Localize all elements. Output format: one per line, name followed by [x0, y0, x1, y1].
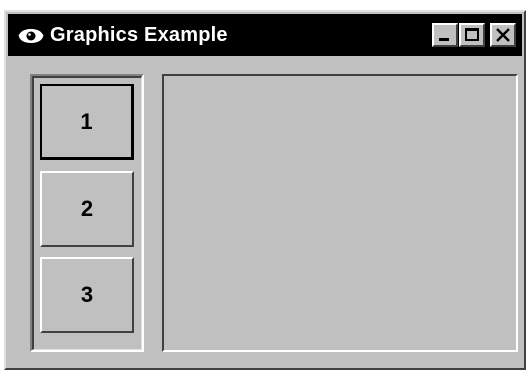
- button-3-label: 3: [80, 282, 94, 307]
- maximize-icon: [465, 28, 479, 41]
- button-2[interactable]: 2: [40, 171, 134, 247]
- app-window: Graphics Example 1 2 3: [4, 10, 526, 370]
- maximize-button[interactable]: [459, 23, 485, 47]
- button-1[interactable]: 1: [40, 84, 134, 160]
- button-3[interactable]: 3: [40, 257, 134, 333]
- title-bar[interactable]: Graphics Example: [8, 14, 522, 56]
- graphics-canvas[interactable]: [162, 74, 518, 352]
- button-1-label: 1: [80, 108, 93, 134]
- window-title: Graphics Example: [50, 24, 228, 46]
- minimize-button[interactable]: [432, 23, 458, 47]
- minimize-icon: [439, 38, 449, 41]
- close-button[interactable]: [490, 23, 516, 47]
- close-icon: [496, 28, 510, 42]
- button-group-panel: 1 2 3: [30, 74, 144, 352]
- button-2-label: 2: [80, 196, 94, 221]
- eye-icon[interactable]: [18, 26, 44, 44]
